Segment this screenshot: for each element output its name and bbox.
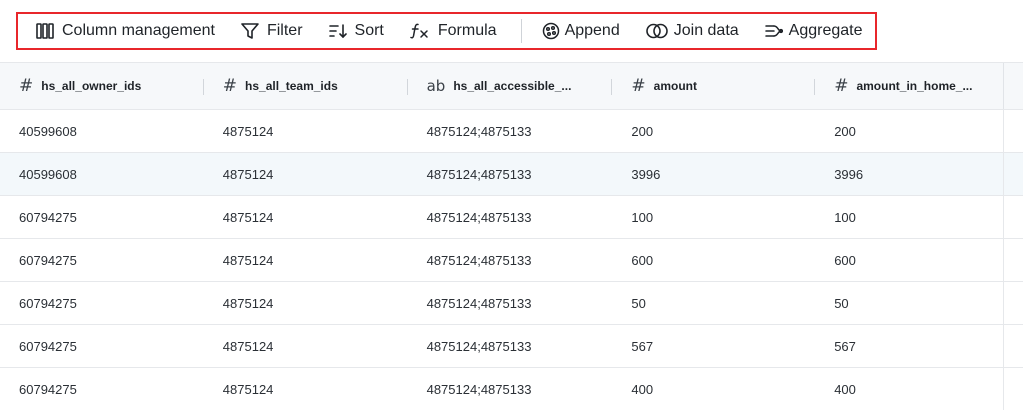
- table-row[interactable]: 40599608 4875124 4875124;4875133 3996 39…: [0, 153, 1023, 196]
- table-row[interactable]: 60794275 4875124 4875124;4875133 100 100: [0, 196, 1023, 239]
- table-cell[interactable]: 4875124;4875133: [408, 368, 613, 410]
- table-cell-stub: [1004, 153, 1023, 195]
- table-cell[interactable]: 60794275: [0, 325, 204, 367]
- table-cell[interactable]: 4875124: [204, 196, 408, 238]
- table-row[interactable]: 60794275 4875124 4875124;4875133 50 50: [0, 282, 1023, 325]
- append-icon: [542, 22, 560, 40]
- table-cell[interactable]: 4875124: [204, 282, 408, 324]
- sort-label: Sort: [354, 22, 384, 39]
- table-cell[interactable]: 40599608: [0, 153, 204, 195]
- table-cell[interactable]: 4875124: [204, 153, 408, 195]
- table-cell[interactable]: 600: [815, 239, 1004, 281]
- data-grid: # hs_all_owner_ids # hs_all_team_ids ab …: [0, 62, 1023, 410]
- column-header-label: hs_all_accessible_...: [453, 79, 572, 93]
- table-cell[interactable]: 40599608: [0, 110, 204, 152]
- aggregate-label: Aggregate: [788, 22, 863, 39]
- table-row[interactable]: 60794275 4875124 4875124;4875133 400 400: [0, 368, 1023, 410]
- table-cell-stub: [1004, 110, 1023, 152]
- table-cell-stub: [1004, 368, 1023, 410]
- table-cell[interactable]: 4875124;4875133: [408, 282, 613, 324]
- table-cell[interactable]: 3996: [612, 153, 815, 195]
- table-cell[interactable]: 4875124: [204, 110, 408, 152]
- formula-label: Formula: [437, 22, 497, 39]
- number-type-icon: #: [19, 76, 34, 96]
- number-type-icon: #: [631, 76, 646, 96]
- join-icon: [645, 23, 668, 39]
- table-cell[interactable]: 400: [815, 368, 1004, 410]
- table-cell[interactable]: 50: [815, 282, 1004, 324]
- table-cell[interactable]: 4875124;4875133: [408, 196, 613, 238]
- column-management-label: Column management: [62, 22, 215, 39]
- table-row[interactable]: 40599608 4875124 4875124;4875133 200 200: [0, 110, 1023, 153]
- table-header-row: # hs_all_owner_ids # hs_all_team_ids ab …: [0, 62, 1023, 110]
- column-header[interactable]: # amount_in_home_...: [815, 63, 1004, 109]
- text-type-icon: ab: [426, 77, 446, 95]
- aggregate-button[interactable]: Aggregate: [764, 14, 863, 48]
- join-data-label: Join data: [673, 22, 739, 39]
- number-type-icon: #: [222, 76, 238, 96]
- table-row[interactable]: 60794275 4875124 4875124;4875133 600 600: [0, 239, 1023, 282]
- formula-button[interactable]: Formula: [410, 14, 497, 48]
- table-cell-stub: [1004, 282, 1023, 324]
- toolbar-divider: [520, 19, 522, 43]
- table-cell[interactable]: 50: [612, 282, 815, 324]
- column-header-label: hs_all_team_ids: [245, 79, 338, 93]
- column-header-label: hs_all_owner_ids: [41, 79, 142, 93]
- sort-button[interactable]: Sort: [328, 14, 384, 48]
- table-cell[interactable]: 100: [612, 196, 815, 238]
- table-cell[interactable]: 200: [815, 110, 1004, 152]
- table-cell[interactable]: 4875124: [204, 325, 408, 367]
- column-header[interactable]: # hs_all_owner_ids: [0, 63, 204, 109]
- table-cell[interactable]: 4875124;4875133: [408, 153, 613, 195]
- columns-icon: [36, 23, 54, 39]
- table-cell[interactable]: 4875124;4875133: [408, 239, 613, 281]
- column-header-label: amount_in_home_...: [856, 79, 973, 93]
- table-cell[interactable]: 200: [612, 110, 815, 152]
- column-header[interactable]: # hs_all_team_ids: [204, 63, 408, 109]
- sort-icon: [328, 23, 347, 39]
- table-cell[interactable]: 400: [612, 368, 815, 410]
- table-cell-stub: [1004, 196, 1023, 238]
- table-row[interactable]: 60794275 4875124 4875124;4875133 567 567: [0, 325, 1023, 368]
- table-cell-stub: [1004, 239, 1023, 281]
- table-cell[interactable]: 60794275: [0, 196, 204, 238]
- join-data-button[interactable]: Join data: [645, 14, 739, 48]
- table-cell[interactable]: 567: [612, 325, 815, 367]
- table-cell-stub: [1004, 325, 1023, 367]
- table-cell[interactable]: 60794275: [0, 282, 204, 324]
- filter-label: Filter: [266, 22, 303, 39]
- table-cell[interactable]: 567: [815, 325, 1004, 367]
- column-header-label: amount: [653, 79, 697, 93]
- table-cell[interactable]: 3996: [815, 153, 1004, 195]
- toolbar: Column management Filter Sort Formula Ap…: [16, 12, 877, 50]
- table-cell[interactable]: 60794275: [0, 368, 204, 410]
- aggregate-icon: [764, 23, 783, 39]
- table-cell[interactable]: 4875124;4875133: [408, 110, 613, 152]
- append-button[interactable]: Append: [542, 14, 620, 48]
- table-cell[interactable]: 4875124: [204, 239, 408, 281]
- append-label: Append: [564, 22, 620, 39]
- table-cell[interactable]: 100: [815, 196, 1004, 238]
- column-management-button[interactable]: Column management: [36, 14, 215, 48]
- column-header[interactable]: ab hs_all_accessible_...: [408, 63, 613, 109]
- formula-icon: [410, 23, 430, 39]
- column-header[interactable]: # amount: [612, 63, 816, 109]
- table-cell[interactable]: 600: [612, 239, 815, 281]
- table-cell[interactable]: 60794275: [0, 239, 204, 281]
- table-cell[interactable]: 4875124: [204, 368, 408, 410]
- filter-button[interactable]: Filter: [241, 14, 303, 48]
- number-type-icon: #: [834, 76, 849, 96]
- column-header-stub: [1004, 63, 1023, 109]
- table-cell[interactable]: 4875124;4875133: [408, 325, 613, 367]
- filter-icon: [241, 23, 259, 39]
